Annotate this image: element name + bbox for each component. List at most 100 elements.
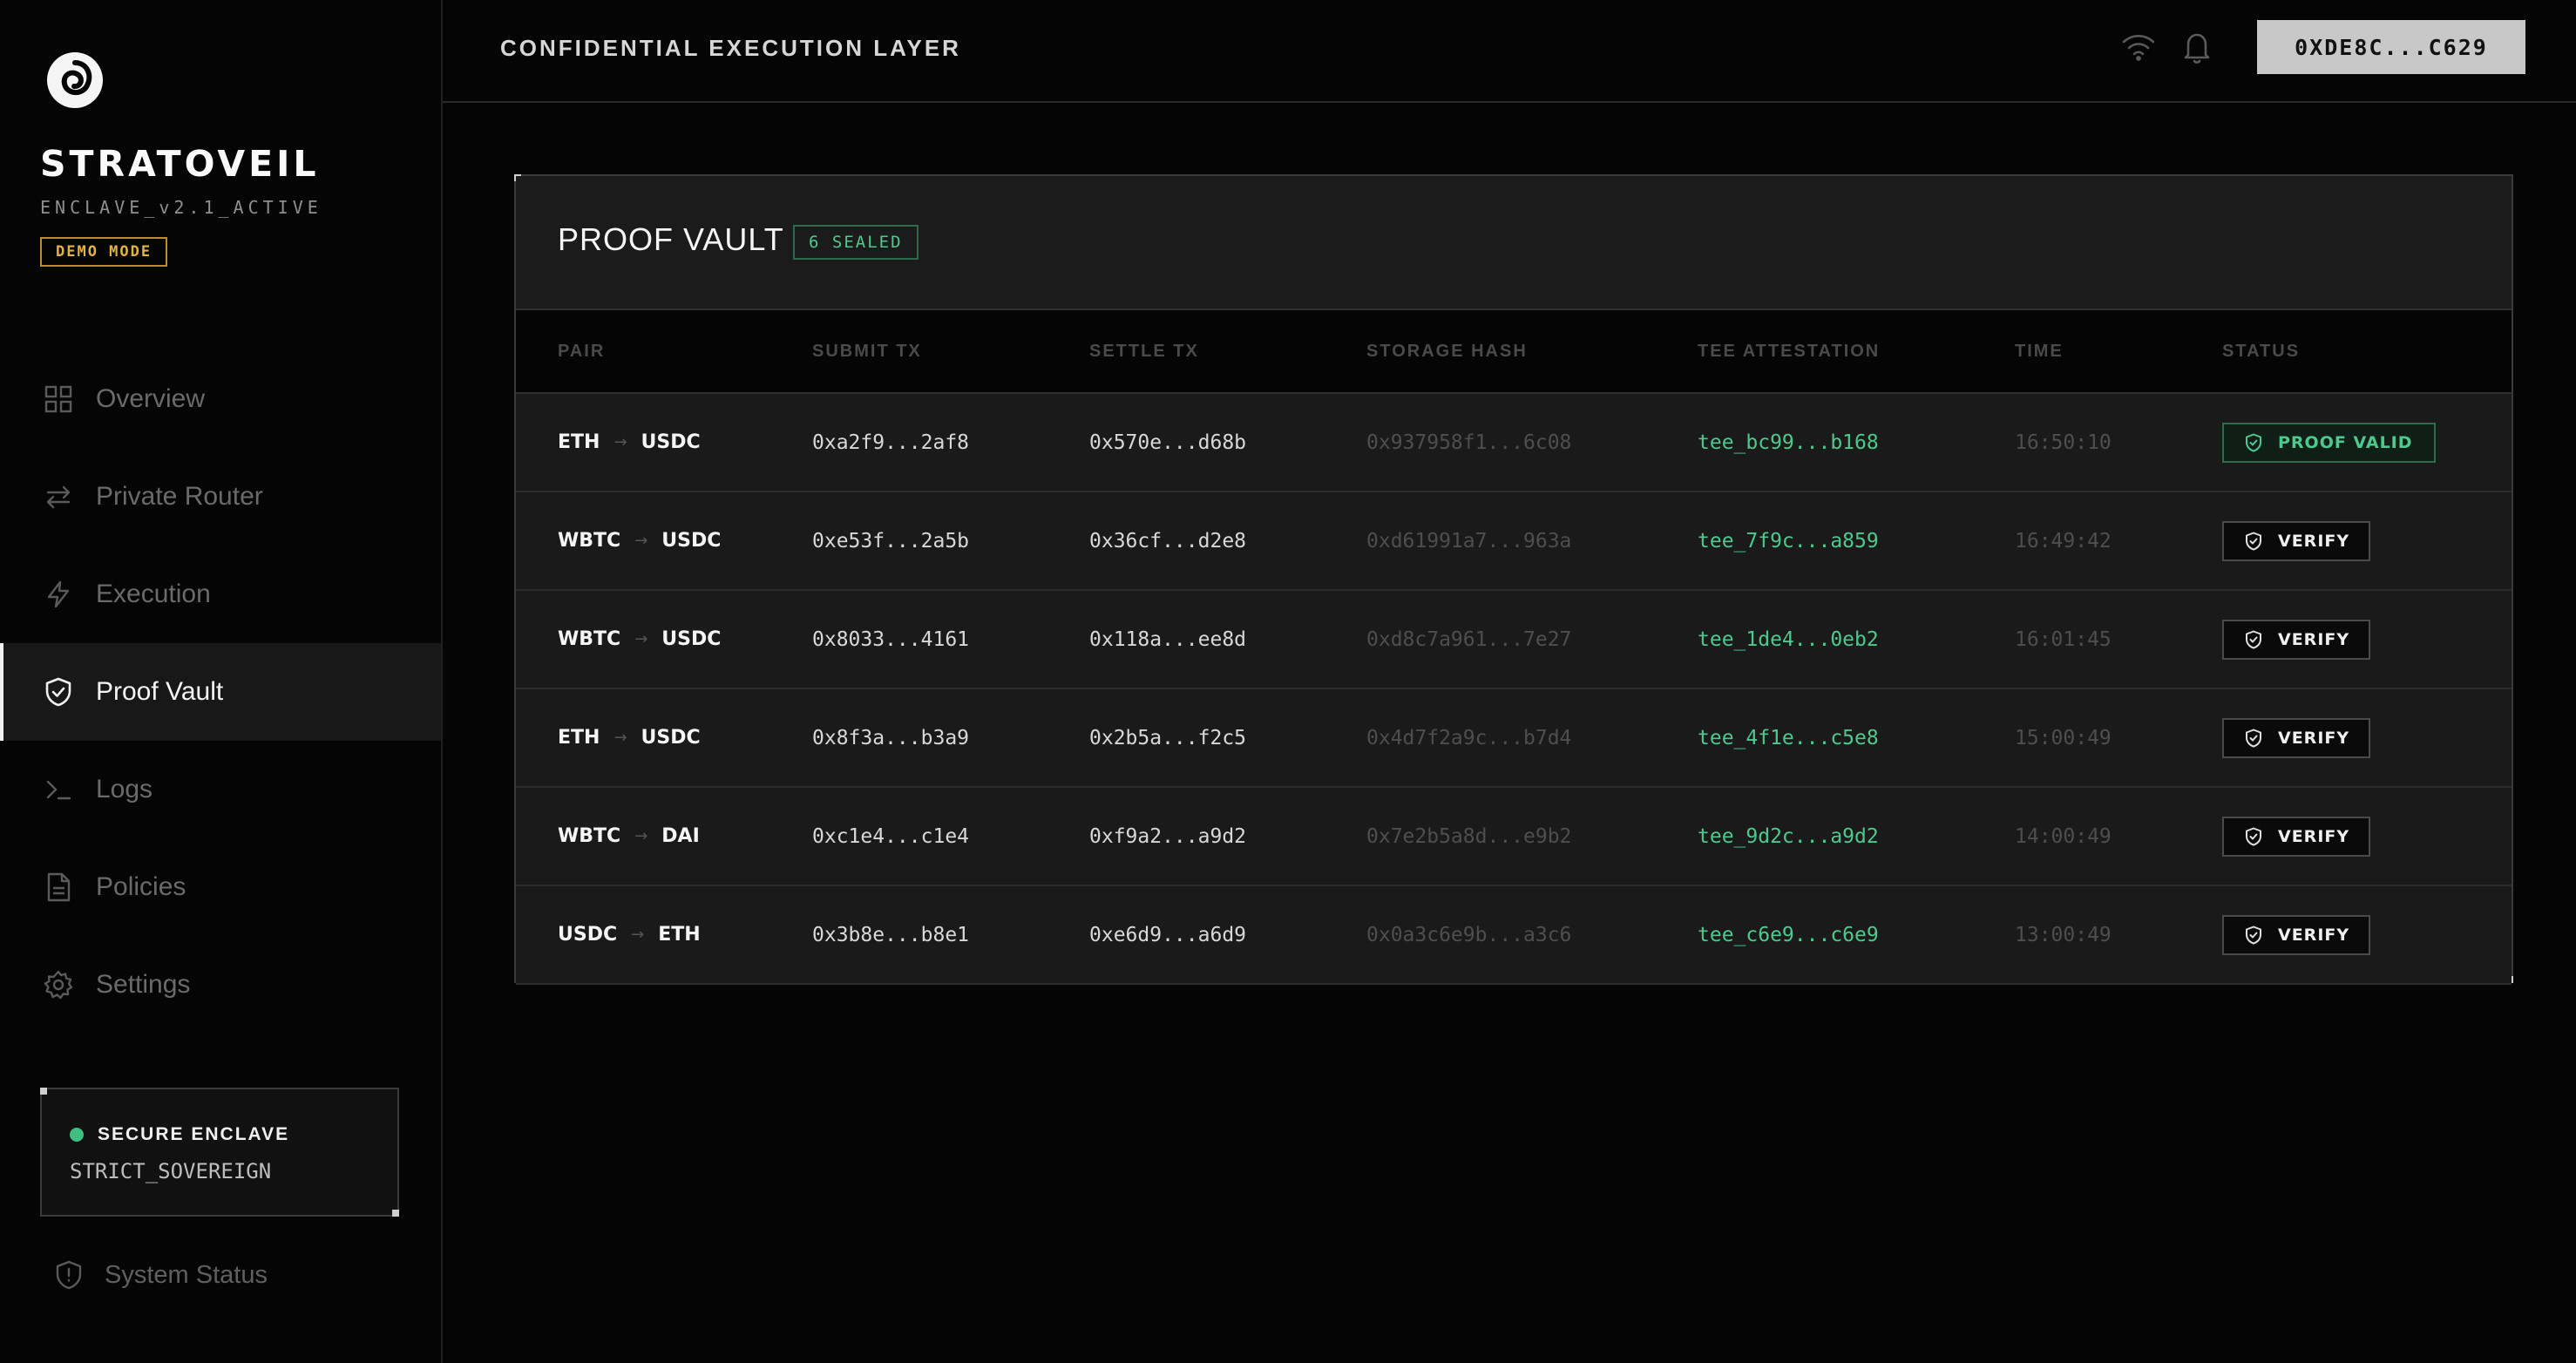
sidebar-item-settings[interactable]: Settings: [0, 936, 441, 1034]
arrow-right-icon: →: [613, 729, 627, 747]
verify-button[interactable]: VERIFY: [2222, 520, 2371, 561]
sealed-count-badge: 6 SEALED: [793, 225, 919, 260]
shield-check-icon: [2246, 926, 2261, 944]
settle-tx-link[interactable]: 0x118a...ee8d: [1089, 591, 1246, 688]
swap-arrows-icon: [44, 482, 73, 512]
table-row[interactable]: WBTC → DAI 0xc1e4...c1e4 0xf9a2...a9d2 0x7e2b…: [516, 788, 2512, 886]
tee-attestation-link[interactable]: tee_1de4...0eb2: [1698, 591, 1879, 688]
tee-attestation-link[interactable]: tee_4f1e...c5e8: [1698, 689, 1879, 786]
storage-hash: 0xd61991a7...963a: [1366, 529, 1572, 553]
column-header-settle-tx: SETTLE TX: [1089, 342, 1199, 361]
shield-check-icon: [44, 677, 73, 707]
tee-attestation-link[interactable]: tee_c6e9...c6e9: [1698, 886, 1879, 983]
column-header-time: TIME: [2015, 342, 2064, 361]
submit-tx-link[interactable]: 0x8033...4161: [812, 591, 969, 688]
gear-icon: [44, 970, 73, 1000]
panel-title: PROOF VAULT: [558, 221, 784, 257]
sidebar-item-execution[interactable]: Execution: [0, 546, 441, 643]
status-label: VERIFY: [2278, 728, 2350, 748]
table-row[interactable]: WBTC → USDC 0x8033...4161 0x118a...ee8d 0xd8c…: [516, 591, 2512, 689]
tee-attestation-link[interactable]: tee_9d2c...a9d2: [1698, 788, 1879, 885]
status-cell: VERIFY: [2222, 689, 2371, 786]
sidebar-item-private-router[interactable]: Private Router: [0, 448, 441, 546]
proof-valid-badge[interactable]: PROOF VALID: [2222, 422, 2436, 463]
status-label: VERIFY: [2278, 826, 2350, 846]
table-row[interactable]: USDC → ETH 0x3b8e...b8e1 0xe6d9...a6d9 0x0a3c…: [516, 886, 2512, 985]
corner-marker: [40, 1088, 47, 1095]
column-header-pair: PAIR: [558, 342, 606, 361]
enclave-title-text: SECURE ENCLAVE: [98, 1124, 290, 1144]
sidebar-item-label: Logs: [96, 775, 153, 804]
pair-cell: WBTC → DAI: [558, 788, 700, 885]
pair-to: USDC: [641, 727, 701, 749]
status-cell: VERIFY: [2222, 492, 2371, 589]
submit-tx-link[interactable]: 0x3b8e...b8e1: [812, 886, 969, 983]
table-row[interactable]: ETH → USDC 0x8f3a...b3a9 0x2b5a...f2c5 0x4d7f…: [516, 689, 2512, 788]
column-header-storage-hash: STORAGE HASH: [1366, 342, 1528, 361]
storage-hash: 0x7e2b5a8d...e9b2: [1366, 824, 1572, 848]
settle-tx-link[interactable]: 0x570e...d68b: [1089, 394, 1246, 491]
table-row[interactable]: ETH → USDC 0xa2f9...2af8 0x570e...d68b 0x9379…: [516, 394, 2512, 492]
tee-attestation-link[interactable]: tee_7f9c...a859: [1698, 492, 1879, 589]
timestamp: 16:01:45: [2015, 627, 2112, 651]
arrow-right-icon: →: [634, 630, 648, 648]
enclave-version: ENCLAVE_v2.1_ACTIVE: [40, 197, 322, 218]
sidebar-item-label: Execution: [96, 580, 211, 608]
settle-tx-link[interactable]: 0xf9a2...a9d2: [1089, 788, 1246, 885]
verify-button[interactable]: VERIFY: [2222, 717, 2371, 758]
verify-button[interactable]: VERIFY: [2222, 619, 2371, 660]
system-status-link[interactable]: System Status: [54, 1260, 268, 1290]
page-title: CONFIDENTIAL EXECUTION LAYER: [500, 35, 961, 61]
pair-to: DAI: [661, 825, 700, 847]
settle-tx-link[interactable]: 0x2b5a...f2c5: [1089, 689, 1246, 786]
status-cell: VERIFY: [2222, 788, 2371, 885]
submit-tx-link[interactable]: 0x8f3a...b3a9: [812, 689, 969, 786]
sidebar-nav: Overview Private Router Execution Proof …: [0, 350, 441, 1034]
wallet-address-button[interactable]: 0XDE8C...C629: [2257, 20, 2525, 74]
bell-icon[interactable]: [2180, 30, 2213, 64]
column-header-tee-attestation: TEE ATTESTATION: [1698, 342, 1881, 361]
submit-tx-link[interactable]: 0xe53f...2a5b: [812, 492, 969, 589]
status-label: VERIFY: [2278, 531, 2350, 551]
shield-check-icon: [2246, 532, 2261, 550]
sidebar-item-label: Proof Vault: [96, 677, 224, 706]
submit-tx-link[interactable]: 0xc1e4...c1e4: [812, 788, 969, 885]
table-row[interactable]: WBTC → USDC 0xe53f...2a5b 0x36cf...d2e8 0xd61…: [516, 492, 2512, 591]
status-label: VERIFY: [2278, 629, 2350, 649]
timestamp: 16:49:42: [2015, 529, 2112, 553]
status-dot-icon: [70, 1128, 84, 1142]
settle-tx-link[interactable]: 0xe6d9...a6d9: [1089, 886, 1246, 983]
timestamp: 14:00:49: [2015, 824, 2112, 848]
terminal-icon: [44, 775, 73, 804]
table-header: PAIR SUBMIT TX SETTLE TX STORAGE HASH TE…: [516, 310, 2512, 394]
pair-cell: USDC → ETH: [558, 886, 701, 983]
tee-attestation-link[interactable]: tee_bc99...b168: [1698, 394, 1879, 491]
pair-from: USDC: [558, 924, 618, 946]
enclave-mode: STRICT_SOVEREIGN: [70, 1159, 272, 1183]
lightning-icon: [44, 580, 73, 609]
sidebar-item-label: Policies: [96, 872, 186, 901]
pair-to: USDC: [661, 530, 722, 552]
sidebar-item-policies[interactable]: Policies: [0, 838, 441, 936]
pair-cell: WBTC → USDC: [558, 591, 721, 688]
verify-button[interactable]: VERIFY: [2222, 914, 2371, 955]
pair-cell: ETH → USDC: [558, 689, 701, 786]
sidebar-item-overview[interactable]: Overview: [0, 350, 441, 448]
grid-icon: [44, 384, 73, 414]
timestamp: 15:00:49: [2015, 726, 2112, 749]
pair-from: ETH: [558, 431, 600, 453]
timestamp: 16:50:10: [2015, 431, 2112, 454]
wifi-icon[interactable]: [2121, 31, 2156, 63]
submit-tx-link[interactable]: 0xa2f9...2af8: [812, 394, 969, 491]
verify-button[interactable]: VERIFY: [2222, 816, 2371, 857]
sidebar: STRATOVEIL ENCLAVE_v2.1_ACTIVE DEMO MODE…: [0, 0, 443, 1363]
pair-from: WBTC: [558, 628, 621, 650]
settle-tx-link[interactable]: 0x36cf...d2e8: [1089, 492, 1246, 589]
storage-hash: 0x937958f1...6c08: [1366, 431, 1572, 454]
shield-alert-icon: [56, 1260, 82, 1290]
sidebar-item-proof-vault[interactable]: Proof Vault: [0, 643, 441, 741]
top-header: CONFIDENTIAL EXECUTION LAYER 0XDE8C...C6…: [443, 0, 2576, 103]
stratoveil-logo-icon[interactable]: [45, 51, 105, 110]
sidebar-item-logs[interactable]: Logs: [0, 741, 441, 838]
shield-check-icon: [2246, 827, 2261, 845]
